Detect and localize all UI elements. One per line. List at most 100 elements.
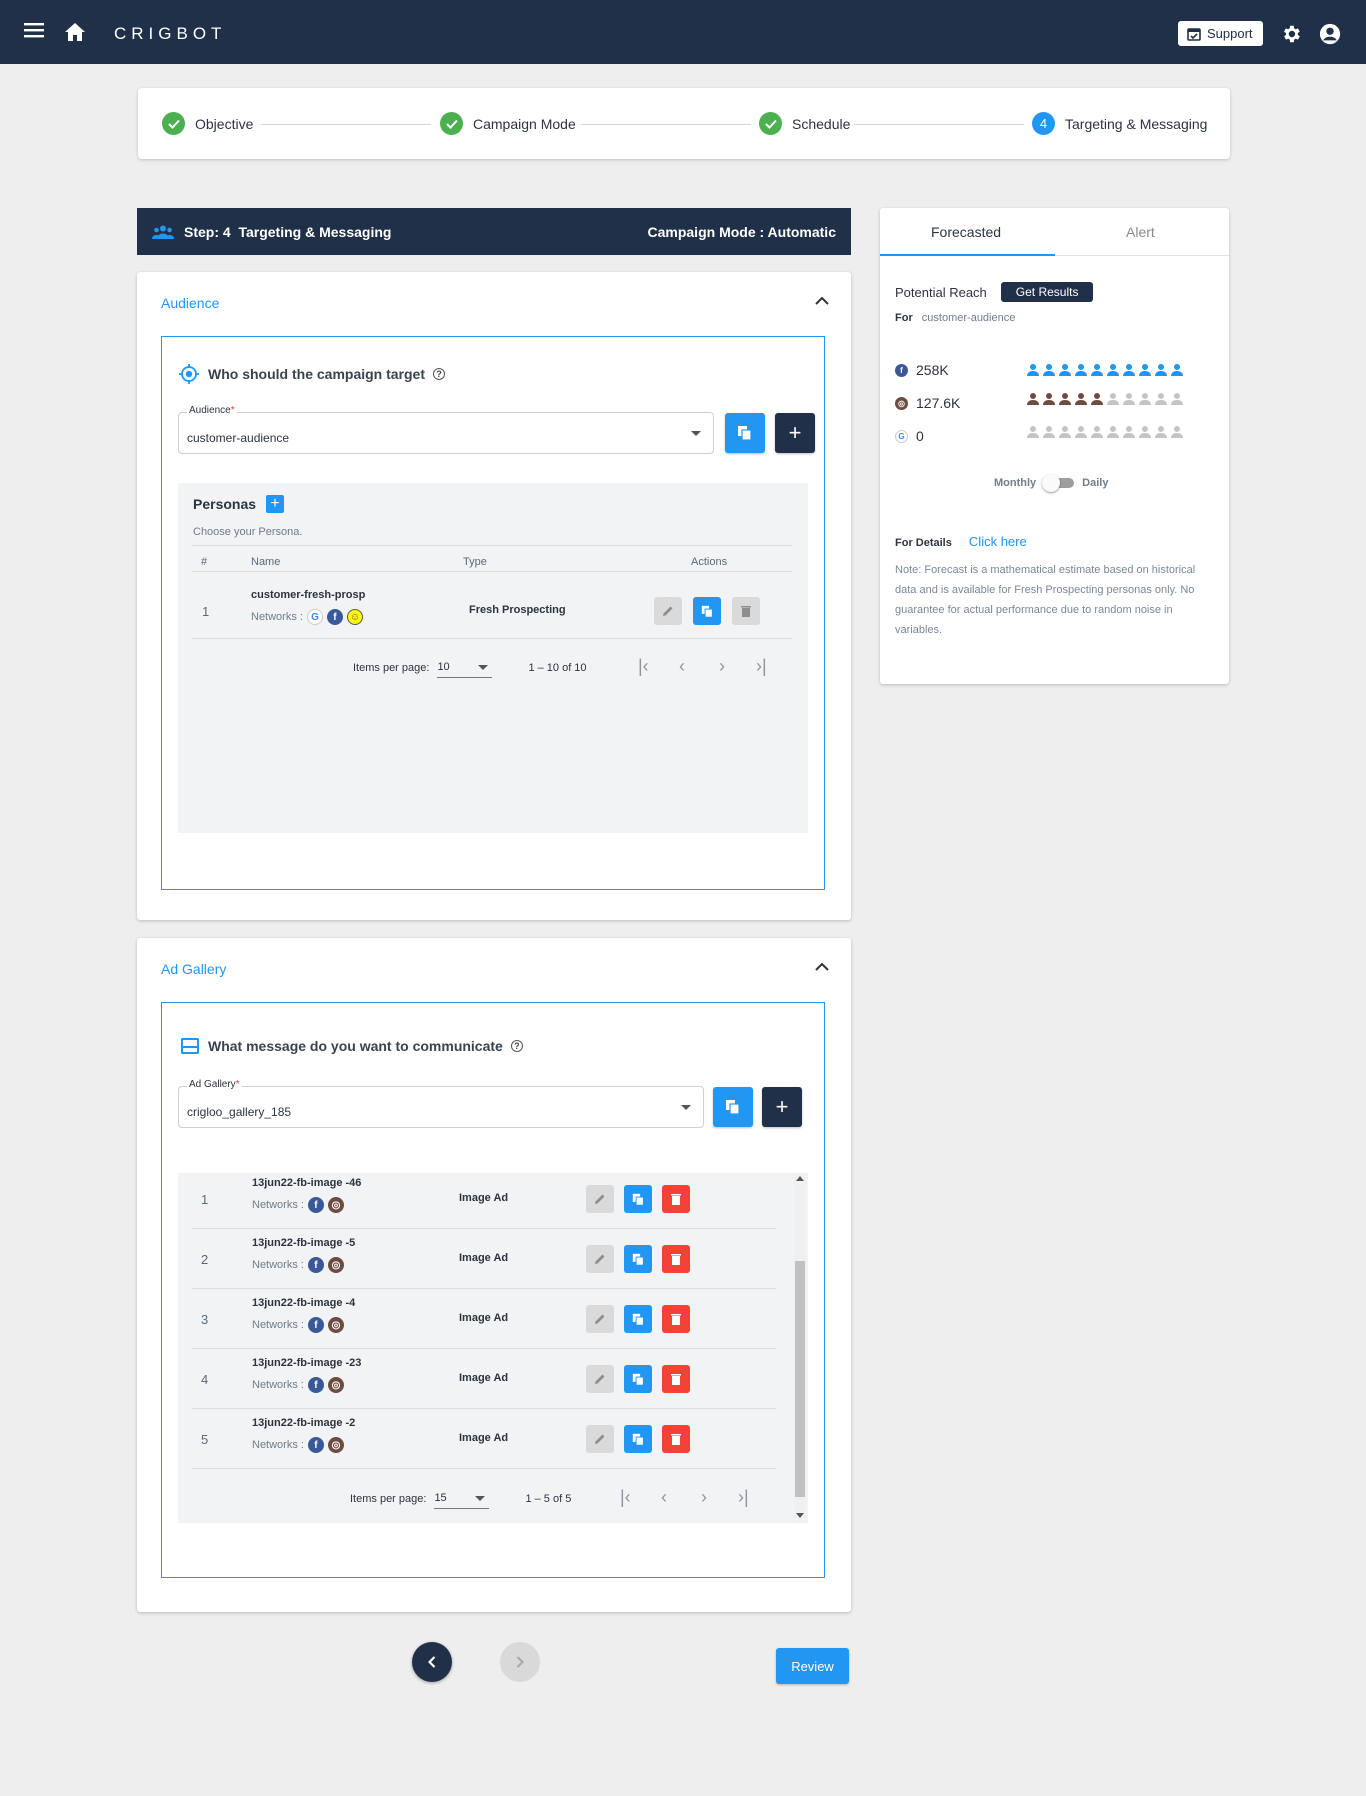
edit-ad-button[interactable] [586,1185,614,1213]
tab-alert[interactable]: Alert [1126,224,1155,240]
divider [192,638,792,639]
check-icon [162,112,185,135]
reach-people-instagram [1026,392,1184,406]
first-page-icon[interactable]: |‹ [638,656,649,677]
audience-select[interactable]: Audience* customer-audience [178,405,714,454]
top-app-bar: CRIGBOT Support [0,0,1366,64]
copy-ad-button[interactable] [624,1365,652,1393]
items-per-page-select[interactable]: 10 [437,658,493,678]
step-campaign-mode[interactable]: Campaign Mode [440,112,576,135]
person-icon [1090,363,1104,377]
step-label: Targeting & Messaging [1065,115,1208,132]
step-schedule[interactable]: Schedule [759,112,850,135]
add-persona-button[interactable]: + [266,495,285,513]
scrollbar[interactable] [794,1173,806,1523]
required-marker: * [235,1079,240,1090]
person-icon [1090,392,1104,406]
persona-networks: Networks : G f ☺ [251,609,363,625]
prev-page-icon[interactable]: ‹ [679,656,685,677]
step-targeting-messaging[interactable]: 4 Targeting & Messaging [1032,112,1207,135]
edit-persona-button[interactable] [654,597,682,625]
chevron-up-icon[interactable] [815,962,829,971]
help-icon[interactable]: ? [433,368,446,380]
last-page-icon[interactable]: ›| [756,656,767,677]
trash-icon [671,1373,681,1385]
divider [192,1348,776,1349]
reach-people-google [1026,425,1184,439]
edit-ad-button[interactable] [586,1305,614,1333]
person-icon [1170,363,1184,377]
add-audience-button[interactable]: + [775,413,815,453]
items-per-page-select[interactable]: 15 [434,1489,490,1509]
facebook-icon: f [307,1377,324,1393]
delete-ad-button[interactable] [662,1305,690,1333]
calendar-check-icon [1187,27,1201,41]
scroll-up-icon[interactable] [796,1176,804,1181]
edit-ad-button[interactable] [586,1425,614,1453]
previous-step-button[interactable] [412,1642,452,1682]
row-number: 4 [201,1372,209,1387]
divider [192,1468,776,1469]
row-number: 1 [201,1192,209,1207]
copy-ad-button[interactable] [624,1305,652,1333]
copy-ad-button[interactable] [624,1185,652,1213]
home-icon[interactable] [64,22,86,42]
account-circle-icon[interactable] [1319,23,1341,45]
person-icon [1106,363,1120,377]
personas-title: Personas [193,496,257,512]
delete-ad-button[interactable] [662,1365,690,1393]
person-icon [1042,392,1056,406]
edit-ad-button[interactable] [586,1245,614,1273]
review-button[interactable]: Review [776,1648,849,1684]
ad-type: Image Ad [459,1252,509,1264]
gear-icon[interactable] [1280,23,1302,45]
delete-ad-button[interactable] [662,1425,690,1453]
next-page-icon[interactable]: › [701,1487,707,1508]
support-button[interactable]: Support [1178,21,1263,46]
person-icon [1170,392,1184,406]
delete-ad-button[interactable] [662,1185,690,1213]
divider [192,1288,776,1289]
scroll-thumb[interactable] [795,1261,805,1497]
copy-ad-button[interactable] [624,1425,652,1453]
menu-icon[interactable] [24,22,44,38]
pencil-icon [594,1313,606,1325]
edit-ad-button[interactable] [586,1365,614,1393]
audience-card: Audience Who should the campaign target … [137,272,851,920]
ad-networks: Networks : f ◎ [252,1437,344,1453]
ad-gallery-title: Ad Gallery [161,961,227,977]
person-icon [1058,425,1072,439]
scroll-down-icon[interactable] [796,1513,804,1518]
delete-ad-button[interactable] [662,1245,690,1273]
period-toggle[interactable] [1042,474,1076,492]
next-step-button[interactable] [500,1642,540,1682]
ad-name: 13jun22-fb-image -4 [252,1297,356,1309]
ad-gallery-select[interactable]: Ad Gallery* crigloo_gallery_185 [178,1079,704,1128]
next-page-icon[interactable]: › [719,656,725,677]
copy-ad-button[interactable] [624,1245,652,1273]
copy-gallery-button[interactable] [713,1087,753,1127]
step-header-title: Step: 4 Targeting & Messaging [184,223,392,240]
help-icon[interactable]: ? [510,1040,523,1052]
delete-persona-button[interactable] [732,597,760,625]
step-connector [581,124,751,125]
add-gallery-button[interactable]: + [762,1087,802,1127]
click-here-link[interactable]: Click here [969,534,1027,549]
divider [192,545,792,546]
details-label: For Details [895,537,952,549]
forecast-tabs: Forecasted Alert [880,208,1229,256]
step-connector [261,124,431,125]
chevron-up-icon[interactable] [815,296,829,305]
first-page-icon[interactable]: |‹ [620,1487,631,1508]
copy-persona-button[interactable] [693,597,721,625]
instagram-icon: ◎ [327,1437,344,1453]
support-label: Support [1207,26,1253,41]
tab-forecasted[interactable]: Forecasted [931,224,1001,240]
copy-audience-button[interactable] [725,413,765,453]
step-objective[interactable]: Objective [162,112,253,135]
ad-networks: Networks : f ◎ [252,1377,344,1393]
last-page-icon[interactable]: ›| [738,1487,749,1508]
person-icon [1058,392,1072,406]
get-results-button[interactable]: Get Results [1000,282,1094,302]
prev-page-icon[interactable]: ‹ [661,1487,667,1508]
